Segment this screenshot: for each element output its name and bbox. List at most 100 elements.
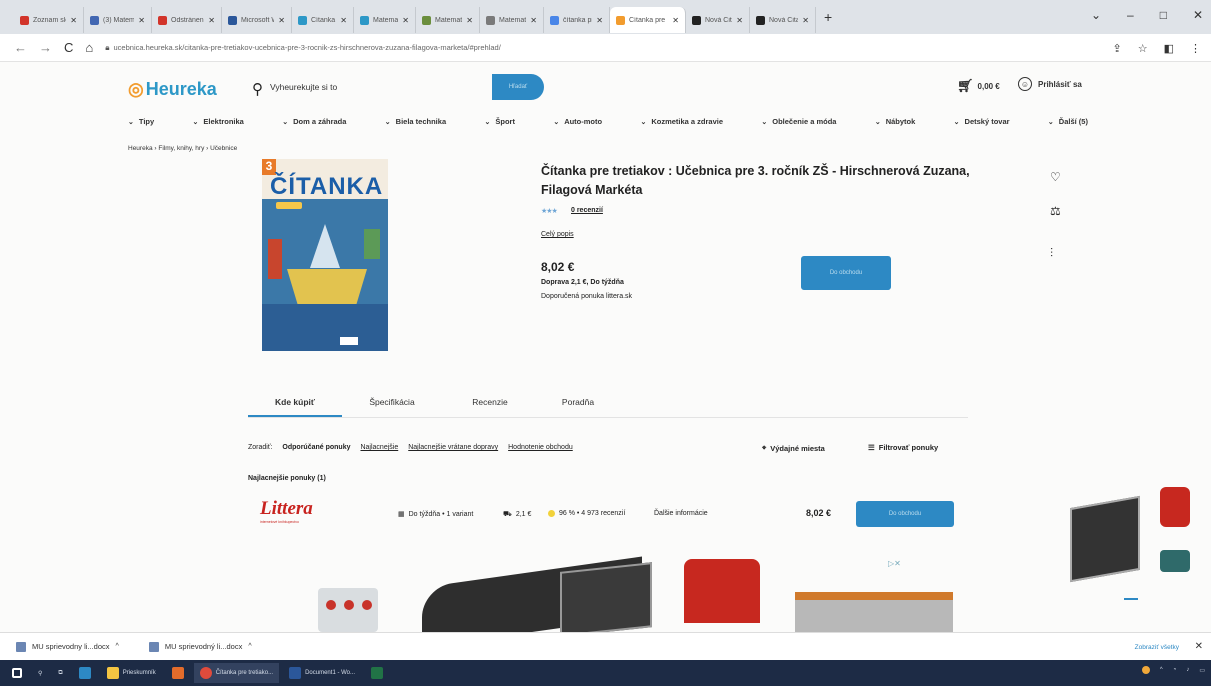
reviews-link[interactable]: 0 recenzií — [571, 207, 603, 214]
close-tab-icon[interactable]: ✕ — [278, 16, 285, 25]
chrome-app[interactable]: Čítanka pre tretiako... — [193, 663, 280, 683]
ad-choices-icon[interactable]: ▷✕ — [888, 559, 901, 568]
volume-icon[interactable]: ♪ — [1186, 667, 1189, 673]
maximize-icon[interactable]: □ — [1160, 8, 1167, 22]
scale-icon[interactable]: ⚖ — [1050, 204, 1061, 218]
download-item[interactable]: MU sprievodný li...docx ^ — [148, 641, 252, 652]
forward-icon[interactable]: → — [39, 40, 52, 55]
full-description-link[interactable]: Celý popis — [541, 231, 574, 238]
product-tab[interactable]: Kde kúpiť — [248, 397, 342, 417]
close-tab-icon[interactable]: ✕ — [596, 16, 603, 25]
browser-tab[interactable]: Microsoft Wo ✕ — [222, 7, 292, 33]
heureka-logo[interactable]: ◎ Heureka — [128, 79, 217, 100]
chevron-down-icon[interactable]: ⌄ — [1091, 8, 1101, 22]
close-downloads-icon[interactable]: ✕ — [1195, 641, 1203, 652]
pickup-points-button[interactable]: ⌖ Výdajné miesta — [762, 443, 825, 453]
browser-tab[interactable]: Nová Čitanr ✕ — [686, 7, 750, 33]
sort-shop-rating[interactable]: Hodnotenie obchodu — [508, 444, 573, 451]
close-icon[interactable]: ✕ — [1193, 8, 1203, 22]
search-taskbar[interactable]: ⚲ — [32, 663, 48, 683]
category-item[interactable]: ⌄ Biela technika — [385, 117, 446, 126]
category-item[interactable]: ⌄ Šport — [484, 117, 514, 126]
login-link[interactable]: ☺ Prihlásiť sa — [1018, 77, 1082, 91]
ad-image-vise[interactable] — [684, 559, 760, 623]
chevron-up-icon[interactable]: ^ — [248, 643, 251, 650]
category-item[interactable]: ⌄ Kozmetika a zdravie — [640, 117, 723, 126]
browser-tab[interactable]: Čítanka pre ✕ — [610, 7, 686, 33]
heart-icon[interactable]: ♡ — [1050, 170, 1061, 184]
browser-tab[interactable]: (3) Matemat✕ — [84, 7, 152, 33]
close-tab-icon[interactable]: ✕ — [802, 16, 809, 25]
sort-cheapest-with-shipping[interactable]: Najlacnejšie vrátane dopravy — [408, 444, 498, 451]
sort-recommended[interactable]: Odporúčané ponuky — [282, 444, 350, 451]
browser-tab[interactable]: Matematika✕ — [416, 7, 480, 33]
tray-chevron-icon[interactable]: ^ — [1160, 667, 1163, 673]
word-app[interactable]: Document1 - Wo... — [283, 663, 361, 683]
browser-tab[interactable]: Nová Čitan ✕ — [750, 7, 816, 33]
close-tab-icon[interactable]: ✕ — [672, 16, 679, 25]
offer-rating[interactable]: 96 % • 4 973 recenzií — [548, 510, 625, 517]
new-tab-button[interactable]: + — [824, 9, 832, 25]
offer-shop-button[interactable]: Do obchodu — [856, 501, 954, 527]
paint-app[interactable] — [166, 663, 190, 683]
product-tab[interactable]: Poradňa — [538, 397, 618, 417]
url-field[interactable]: ucebnica.heureka.sk/citanka-pre-tretiako… — [114, 43, 501, 52]
ad-image-case[interactable] — [560, 562, 652, 632]
ad-image-power-strip[interactable] — [318, 588, 378, 632]
side-ad-tool[interactable] — [1160, 550, 1190, 572]
taskview[interactable]: ⧉ — [52, 663, 68, 683]
category-item[interactable]: ⌄ Nábytok — [875, 117, 915, 126]
menu-icon[interactable]: ⋮ — [1190, 42, 1201, 55]
browser-tab[interactable]: Odstránenie ✕ — [152, 7, 222, 33]
close-tab-icon[interactable]: ✕ — [138, 16, 145, 25]
close-tab-icon[interactable]: ✕ — [340, 16, 347, 25]
browser-tab[interactable]: Matematika✕ — [480, 7, 544, 33]
category-item[interactable]: ⌄ Dom a záhrada — [282, 117, 346, 126]
home-icon[interactable]: ⌂ — [85, 40, 93, 55]
category-item[interactable]: ⌄ Oblečenie a móda — [761, 117, 836, 126]
close-tab-icon[interactable]: ✕ — [466, 16, 473, 25]
close-tab-icon[interactable]: ✕ — [530, 16, 537, 25]
cart[interactable]: 🛒︎ 0,00 € — [957, 78, 1000, 94]
ad-image-workbench[interactable] — [795, 592, 953, 632]
bookmark-star-icon[interactable]: ☆ — [1138, 42, 1148, 55]
show-all-downloads[interactable]: Zobraziť všetky — [1135, 644, 1179, 651]
browser-tab[interactable]: čítanka pre 3 ✕ — [544, 7, 610, 33]
minimize-icon[interactable]: – — [1127, 8, 1134, 22]
filter-offers-button[interactable]: ☰ Filtrovať ponuky — [868, 443, 938, 452]
side-ad-vise[interactable] — [1160, 487, 1190, 527]
search-input[interactable] — [270, 76, 490, 98]
notifications-icon[interactable]: ▭ — [1199, 667, 1205, 674]
sort-cheapest[interactable]: Najlacnejšie — [360, 444, 398, 451]
go-to-shop-button[interactable]: Do obchodu — [801, 256, 891, 290]
chart-icon[interactable]: ⫶ — [1050, 246, 1053, 261]
category-item[interactable]: ⌄ Ďalší (5) — [1048, 117, 1088, 126]
browser-tab[interactable]: Zoznam slo ✕ — [14, 7, 84, 33]
weather-icon[interactable] — [1141, 666, 1150, 674]
shop-logo[interactable]: Littera — [260, 498, 313, 520]
network-icon[interactable]: ◔ — [1173, 667, 1177, 673]
category-item[interactable]: ⌄ Detský tovar — [954, 117, 1010, 126]
lock-icon[interactable]: 🔒︎ — [105, 43, 109, 53]
offer-more-info[interactable]: Ďalšie informácie — [654, 510, 708, 517]
product-image[interactable]: 3 ČÍTANKA — [262, 159, 388, 351]
category-item[interactable]: ⌄ Elektronika — [193, 117, 244, 126]
download-item[interactable]: MU sprievodny li...docx ^ — [16, 641, 119, 652]
close-tab-icon[interactable]: ✕ — [402, 16, 409, 25]
category-item[interactable]: ⌄ Tipy — [128, 117, 154, 126]
explorer-app[interactable]: Prieskumník — [101, 663, 162, 683]
chevron-up-icon[interactable]: ^ — [116, 643, 119, 650]
product-tab[interactable]: Recenzie — [442, 397, 538, 417]
close-tab-icon[interactable]: ✕ — [736, 16, 743, 25]
side-ad-case[interactable] — [1070, 495, 1140, 583]
product-tab[interactable]: Špecifikácia — [342, 397, 442, 417]
category-item[interactable]: ⌄ Auto-moto — [553, 117, 602, 126]
share-icon[interactable]: ⇪ — [1113, 42, 1122, 55]
reload-icon[interactable]: C — [64, 40, 73, 55]
close-tab-icon[interactable]: ✕ — [70, 16, 77, 25]
search-button[interactable]: Hľadať — [492, 74, 544, 100]
start-button[interactable] — [6, 663, 28, 683]
browser-tab[interactable]: Matematika✕ — [354, 7, 416, 33]
back-icon[interactable]: ← — [14, 40, 27, 55]
excel-app[interactable] — [365, 663, 389, 683]
